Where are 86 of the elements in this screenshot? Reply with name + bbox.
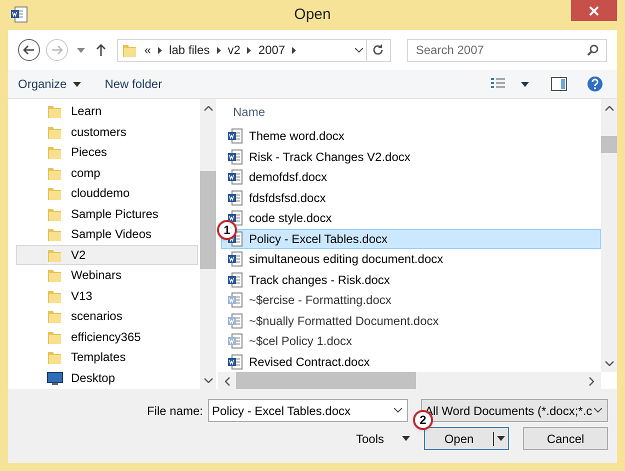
- nav-item[interactable]: V2: [16, 244, 198, 265]
- tools-button[interactable]: Tools: [356, 430, 410, 448]
- nav-item[interactable]: Sample Videos: [16, 224, 198, 244]
- chevron-right-icon: [292, 46, 296, 54]
- folder-icon: [47, 144, 63, 160]
- address-bar[interactable]: « lab files v2 2007: [117, 38, 391, 62]
- folder-icon: [47, 103, 63, 120]
- view-options-button[interactable]: [491, 78, 529, 90]
- scroll-left-icon: [225, 377, 230, 386]
- caret-icon: [72, 82, 81, 86]
- word-app-icon: [10, 6, 28, 24]
- scrollbar-thumb[interactable]: [601, 136, 617, 153]
- nav-item[interactable]: customers: [16, 122, 198, 142]
- preview-pane-icon: [551, 77, 567, 91]
- breadcrumb-item[interactable]: lab files: [169, 41, 210, 59]
- scroll-down-icon: [204, 378, 212, 383]
- scroll-down-icon: [604, 361, 614, 366]
- file-item[interactable]: ~$cel Policy 1.docx: [221, 331, 601, 352]
- scroll-right-icon: [589, 377, 594, 386]
- nav-item[interactable]: Sample Pictures: [16, 204, 198, 224]
- file-item[interactable]: Risk - Track Changes V2.docx: [221, 146, 601, 167]
- vertical-scrollbar[interactable]: [601, 99, 617, 372]
- nav-item[interactable]: efficiency365: [16, 326, 198, 347]
- details-view-icon: [491, 78, 505, 90]
- nav-item[interactable]: Desktop: [16, 368, 198, 388]
- file-item[interactable]: demofdsf.docx: [221, 167, 601, 188]
- column-header[interactable]: Name: [218, 99, 266, 121]
- search-field[interactable]: Search 2007: [406, 38, 608, 62]
- caret-icon: [497, 436, 505, 441]
- close-icon: [589, 6, 599, 16]
- new-folder-button[interactable]: New folder: [104, 75, 162, 93]
- nav-item[interactable]: clouddemo: [16, 183, 198, 204]
- caret-icon: [402, 436, 410, 441]
- file-item[interactable]: Track changes - Risk.docx: [221, 270, 601, 290]
- close-button[interactable]: [571, 0, 617, 21]
- folder-icon: [47, 308, 63, 324]
- vertical-scrollbar[interactable]: [200, 99, 216, 389]
- back-button[interactable]: [18, 39, 40, 61]
- help-button[interactable]: [587, 76, 603, 92]
- breadcrumb-item[interactable]: 2007: [258, 41, 286, 59]
- file-item[interactable]: fdsfdsfsd.docx: [221, 188, 601, 208]
- nav-item[interactable]: Pieces: [16, 142, 198, 162]
- file-item[interactable]: ~$nually Formatted Document.docx: [221, 310, 601, 331]
- chevron-down-icon: [394, 408, 402, 413]
- chevron-down-icon: [354, 48, 363, 52]
- nav-item[interactable]: Learn: [16, 101, 198, 122]
- scrollbar-thumb[interactable]: [200, 171, 216, 269]
- back-arrow-icon: [22, 45, 35, 55]
- file-name-label: File name:: [146, 402, 203, 420]
- cancel-button[interactable]: Cancel: [523, 427, 608, 450]
- overflow-chevron[interactable]: «: [144, 41, 152, 59]
- organize-button[interactable]: Organize: [18, 75, 81, 93]
- chevron-right-icon: [247, 46, 252, 54]
- scroll-up-icon: [204, 106, 212, 111]
- file-item[interactable]: Theme word.docx: [221, 126, 601, 146]
- folder-icon: [47, 185, 63, 202]
- file-item[interactable]: Revised Contract.docx: [221, 352, 601, 372]
- file-item[interactable]: simultaneous editing document.docx: [221, 249, 601, 270]
- folder-icon: [47, 226, 63, 242]
- caret-icon: [76, 48, 85, 52]
- chevron-down-icon: [594, 408, 602, 413]
- nav-item[interactable]: Templates: [16, 347, 198, 368]
- chevron-right-icon: [158, 46, 162, 54]
- nav-item[interactable]: comp: [16, 162, 198, 183]
- callout-badge: 1: [217, 220, 237, 240]
- preview-pane-button[interactable]: [551, 77, 567, 91]
- file-name-field[interactable]: Policy - Excel Tables.docx: [208, 399, 408, 422]
- folder-icon: [47, 267, 63, 284]
- folder-icon: [122, 42, 138, 58]
- scroll-up-icon: [604, 106, 614, 111]
- nav-item[interactable]: Webinars: [16, 265, 198, 286]
- forward-arrow-icon: [50, 45, 63, 55]
- nav-item[interactable]: scenarios: [16, 306, 198, 326]
- file-item[interactable]: ~$ercise - Formatting.docx: [221, 290, 601, 310]
- caret-icon: [521, 82, 529, 86]
- refresh-icon: [372, 44, 384, 56]
- search-icon: [587, 44, 600, 56]
- up-arrow-icon: [96, 44, 106, 56]
- help-icon: [587, 76, 603, 92]
- folder-icon: [47, 349, 63, 366]
- open-button[interactable]: Open: [424, 427, 509, 450]
- desktop-icon: [47, 370, 63, 385]
- nav-item[interactable]: V13: [16, 286, 198, 306]
- breadcrumb-item[interactable]: v2: [228, 41, 240, 59]
- chevron-right-icon: [216, 46, 221, 54]
- window-title: Open: [294, 4, 331, 25]
